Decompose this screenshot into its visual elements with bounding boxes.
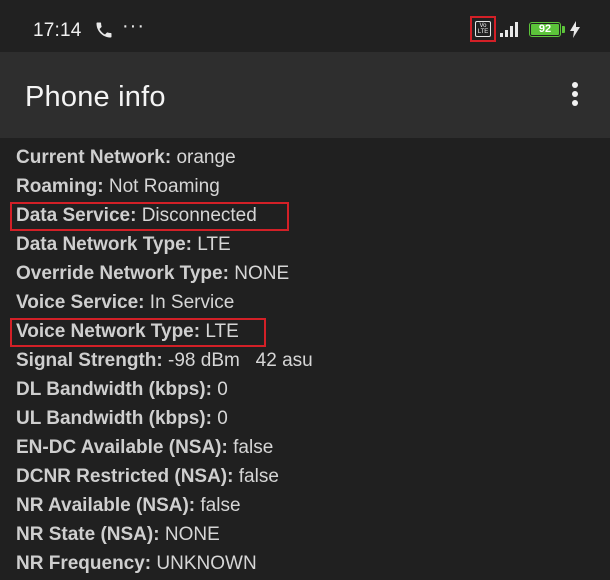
status-time: 17:14: [33, 20, 82, 41]
info-row-data-network-type: Data Network Type: LTE: [16, 230, 231, 259]
info-value: false: [233, 437, 274, 458]
volte-highlight-box: Vo LTE: [470, 16, 496, 42]
info-label: Override Network Type:: [16, 263, 229, 284]
overflow-menu-icon[interactable]: [563, 82, 587, 112]
info-label: Voice Service:: [16, 292, 145, 313]
data-service-highlight: [10, 202, 289, 231]
battery-level: 92: [531, 24, 559, 35]
battery-tip: [562, 26, 565, 33]
info-row-current-network: Current Network: orange: [16, 143, 236, 172]
info-value: -98 dBm 42 asu: [168, 350, 313, 371]
info-label: Roaming:: [16, 176, 104, 197]
info-value: Not Roaming: [108, 176, 220, 197]
info-label: UL Bandwidth (kbps):: [16, 408, 212, 429]
info-value: NONE: [234, 263, 290, 284]
info-label: Current Network:: [16, 147, 172, 168]
info-label: NR Available (NSA):: [16, 495, 196, 516]
info-label: Data Network Type:: [16, 234, 192, 255]
info-value: false: [200, 495, 241, 516]
info-label: NR Frequency:: [16, 553, 152, 574]
info-row-nr-available: NR Available (NSA): false: [16, 491, 241, 520]
info-value: 0: [217, 379, 228, 400]
volte-icon-bottom-text: LTE: [477, 29, 489, 35]
more-dots-icon: ···: [122, 15, 145, 37]
battery-icon: 92: [529, 22, 561, 37]
status-bar: 17:14 ··· Vo LTE 92: [0, 0, 610, 52]
info-label: EN-DC Available (NSA):: [16, 437, 228, 458]
info-value: UNKNOWN: [156, 553, 257, 574]
page-title: Phone info: [25, 81, 166, 113]
info-label: Signal Strength:: [16, 350, 163, 371]
info-value: 0: [217, 408, 228, 429]
app-bar: Phone info: [0, 52, 610, 138]
signal-icon: [500, 22, 518, 37]
info-row-nr-frequency: NR Frequency: UNKNOWN: [16, 549, 257, 578]
info-row-dcnr-restricted: DCNR Restricted (NSA): false: [16, 462, 279, 491]
info-label: NR State (NSA):: [16, 524, 160, 545]
info-value: In Service: [149, 292, 235, 313]
info-row-voice-service: Voice Service: In Service: [16, 288, 234, 317]
voice-network-type-highlight: [10, 318, 266, 347]
info-value: LTE: [197, 234, 231, 255]
phone-icon: [96, 22, 112, 38]
info-value: NONE: [164, 524, 220, 545]
info-value: orange: [176, 147, 236, 168]
volte-icon: Vo LTE: [475, 21, 491, 37]
info-label: DL Bandwidth (kbps):: [16, 379, 212, 400]
info-row-signal-strength: Signal Strength: -98 dBm 42 asu: [16, 346, 313, 375]
info-row-roaming: Roaming: Not Roaming: [16, 172, 220, 201]
info-label: DCNR Restricted (NSA):: [16, 466, 234, 487]
info-row-en-dc-available: EN-DC Available (NSA): false: [16, 433, 273, 462]
charging-bolt-icon: [570, 21, 580, 38]
info-row-nr-state: NR State (NSA): NONE: [16, 520, 220, 549]
info-row-dl-bandwidth: DL Bandwidth (kbps): 0: [16, 375, 228, 404]
info-row-override-network-type: Override Network Type: NONE: [16, 259, 289, 288]
info-value: false: [238, 466, 279, 487]
info-row-ul-bandwidth: UL Bandwidth (kbps): 0: [16, 404, 228, 433]
